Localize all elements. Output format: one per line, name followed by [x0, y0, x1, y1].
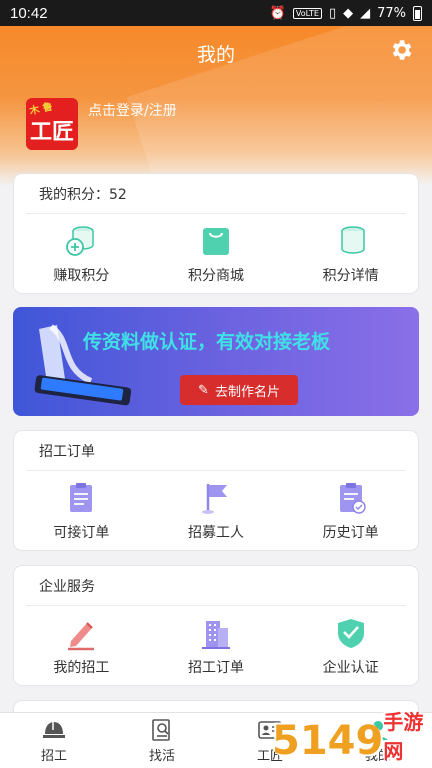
- points-mall-label: 积分商城: [188, 268, 244, 284]
- site-watermark: 5149 手游网: [272, 698, 432, 768]
- recruit-workers-label: 招募工人: [188, 525, 244, 541]
- orders-card: 招工订单 可接订单 招募工人 历史订单: [13, 430, 419, 551]
- alarm-icon: ⏰: [269, 5, 286, 21]
- available-orders-button[interactable]: 可接订单: [14, 471, 149, 551]
- points-detail-button[interactable]: 积分详情: [283, 214, 418, 294]
- orders-actions: 可接订单 招募工人 历史订单: [14, 471, 418, 551]
- earn-points-label: 赚取积分: [53, 268, 110, 284]
- battery-icon: [413, 5, 422, 21]
- points-detail-label: 积分详情: [322, 268, 379, 284]
- app-logo[interactable]: 木 鲁 工匠: [26, 98, 78, 150]
- signal-icon: ◢: [360, 5, 371, 21]
- clipboard-check-icon: [339, 483, 366, 514]
- volte-icon: VoLTE: [292, 7, 322, 19]
- building-icon: [202, 621, 230, 649]
- tab-recruit-label: 招工: [40, 749, 67, 764]
- battery-percent: 77%: [377, 5, 406, 21]
- status-icons: ⏰ VoLTE ▯ ◆ ◢ 77%: [269, 5, 422, 21]
- enterprise-title: 企业服务: [26, 566, 406, 606]
- points-mall-button[interactable]: 积分商城: [149, 214, 284, 294]
- edit-icon: ✎: [198, 382, 209, 398]
- recruit-orders-button[interactable]: 招工订单: [149, 606, 284, 686]
- logo-text: 工匠: [29, 120, 74, 145]
- watermark-sub: 手游网: [383, 710, 424, 763]
- enterprise-cert-label: 企业认证: [322, 660, 379, 676]
- history-orders-button[interactable]: 历史订单: [283, 471, 418, 551]
- helmet-icon: [43, 722, 65, 738]
- tab-find-work[interactable]: 找活: [108, 713, 216, 768]
- points-label: 我的积分：52: [26, 174, 406, 214]
- tab-recruit[interactable]: 招工: [0, 713, 108, 768]
- flag-icon: [202, 484, 227, 514]
- points-card: 我的积分：52 赚取积分 积分商城 积分详情: [13, 173, 419, 294]
- my-recruit-button[interactable]: 我的招工: [14, 606, 149, 686]
- history-orders-label: 历史订单: [322, 525, 379, 541]
- coins-stack-icon: [340, 226, 365, 254]
- profile-header: 我的 木 鲁 工匠 点击登录/注册: [0, 26, 432, 186]
- watermark-number: 5149: [272, 718, 384, 764]
- coins-plus-icon: [66, 226, 95, 256]
- make-card-label: 去制作名片: [214, 384, 280, 400]
- make-card-button[interactable]: ✎ 去制作名片: [180, 375, 298, 405]
- enterprise-cert-button[interactable]: 企业认证: [283, 606, 418, 686]
- enterprise-actions: 我的招工 招工订单 企业认证: [14, 606, 418, 686]
- points-actions: 赚取积分 积分商城 积分详情: [14, 214, 418, 294]
- tab-find-work-label: 找活: [148, 749, 175, 764]
- status-bar: 10:42 ⏰ VoLTE ▯ ◆ ◢ 77%: [0, 0, 432, 26]
- available-orders-label: 可接订单: [53, 525, 110, 541]
- wifi-icon: ◆: [343, 5, 354, 21]
- clock: 10:42: [10, 4, 48, 22]
- gear-icon[interactable]: [388, 37, 414, 63]
- orders-title: 招工订单: [26, 431, 406, 471]
- my-recruit-label: 我的招工: [53, 660, 110, 676]
- business-card-banner[interactable]: 传资料做认证，有效对接老板 ✎ 去制作名片: [13, 307, 419, 416]
- pencil-icon: [68, 622, 95, 651]
- recruit-orders-label: 招工订单: [188, 660, 244, 676]
- shopping-bag-icon: [203, 228, 229, 255]
- recruit-workers-button[interactable]: 招募工人: [149, 471, 284, 551]
- page-title: 我的: [196, 44, 235, 66]
- vibrate-icon: ▯: [328, 5, 337, 21]
- clipboard-icon: [70, 483, 93, 512]
- enterprise-card: 企业服务 我的招工 招工订单 企业认证: [13, 565, 419, 686]
- search-doc-icon: [152, 719, 170, 741]
- shield-check-icon: [337, 619, 364, 648]
- earn-points-button[interactable]: 赚取积分: [14, 214, 149, 294]
- login-register-link[interactable]: 点击登录/注册: [88, 100, 177, 120]
- banner-text: 传资料做认证，有效对接老板: [83, 331, 331, 353]
